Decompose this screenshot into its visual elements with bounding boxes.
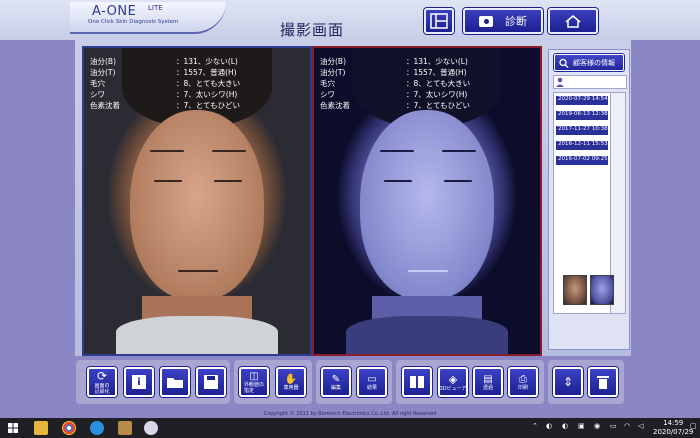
- thumbnail-uv[interactable]: [590, 275, 614, 305]
- open-folder-button[interactable]: [160, 367, 190, 397]
- home-button[interactable]: [548, 8, 598, 34]
- refresh-icon: ⟳: [96, 369, 108, 383]
- app-logo: A-ONE LITE One Click Skin Diagnosis Syst…: [70, 2, 226, 34]
- logo-subtitle: One Click Skin Diagnosis System: [88, 19, 179, 25]
- tray-app-icon[interactable]: ◉: [594, 422, 600, 430]
- hand-icon: ✋: [284, 373, 298, 385]
- zoom-icon: ⇕: [562, 375, 574, 389]
- toolbar-group-view: ◈ 3Dビューア ▤ 透過 ⎙ 印刷: [396, 360, 544, 404]
- notification-icon[interactable]: ▢: [690, 422, 697, 430]
- home-icon: [565, 15, 581, 28]
- volume-icon[interactable]: ◁: [638, 422, 643, 430]
- clipboard-icon: ▤: [483, 373, 493, 385]
- windows-start-icon[interactable]: [8, 423, 18, 433]
- trash-icon: [597, 376, 609, 389]
- battery-icon[interactable]: ▭: [610, 422, 617, 430]
- info-button[interactable]: i: [124, 367, 154, 397]
- app-header: A-ONE LITE One Click Skin Diagnosis Syst…: [0, 0, 700, 40]
- delete-button[interactable]: [588, 367, 618, 397]
- tray-app-icon[interactable]: ◐: [562, 422, 568, 430]
- bottom-toolbar: ⟳ 画面の 記録化 i ◫ 外観値の 指定 ✋ 専用器 ✎ 編集 ▭ 結果 ◈ …: [0, 358, 700, 410]
- record-screen-button[interactable]: ⟳ 画面の 記録化: [87, 367, 117, 397]
- photo-uv-light[interactable]: 油分(B) ：131、少ない(L) 油分(T) ：1557、普通(H) 毛穴 ：8、と…: [312, 46, 542, 356]
- book-icon: [410, 376, 424, 388]
- diagnosis-overlay-right: 油分(B) ：131、少ない(L) 油分(T) ：1557、普通(H) 毛穴 ：8、と…: [320, 57, 471, 110]
- diagnosis-overlay-left: 油分(B) ：131、少ない(L) 油分(T) ：1557、普通(H) 毛穴 ：8、と…: [90, 57, 241, 110]
- edit-button[interactable]: ✎ 編集: [321, 367, 351, 397]
- history-item[interactable]: 2020-07-29 14:54: [556, 96, 608, 105]
- device-button[interactable]: ✋ 専用器: [276, 367, 306, 397]
- transparency-button[interactable]: ▤ 透過: [473, 367, 503, 397]
- logo-suffix: LITE: [148, 4, 163, 12]
- save-icon: [204, 375, 218, 389]
- layout-icon: [430, 13, 448, 29]
- toolbar-group-file: ⟳ 画面の 記録化 i: [76, 360, 230, 404]
- wifi-icon[interactable]: ◠: [624, 422, 630, 430]
- diagnosis-button-label: 診断: [505, 15, 527, 28]
- taskbar-clock[interactable]: 14:59 2020/07/29: [653, 419, 693, 437]
- zoom-button[interactable]: ⇕: [553, 367, 583, 397]
- book-button[interactable]: [402, 367, 432, 397]
- thumbnail-normal[interactable]: [563, 275, 587, 305]
- toolbar-group-misc: ⇕: [548, 360, 624, 404]
- customer-name-field[interactable]: [553, 75, 627, 89]
- layout-button[interactable]: [424, 8, 454, 34]
- page-title: 撮影画面: [280, 21, 345, 39]
- history-item[interactable]: 2019-06-13 12:38: [556, 111, 608, 120]
- app-icon[interactable]: [118, 421, 132, 435]
- print-button[interactable]: ⎙ 印刷: [508, 367, 538, 397]
- search-icon: [559, 58, 569, 68]
- tray-app-icon[interactable]: ◐: [546, 422, 552, 430]
- folder-icon: [167, 378, 183, 388]
- customer-panel: 顧客様の情報 2020-07-29 14:54 2019-06-13 12:38…: [548, 49, 630, 350]
- skin-app-icon[interactable]: [144, 421, 158, 435]
- windows-taskbar: ⌃ ◐ ◐ ▣ ◉ ▭ ◠ ◁ 14:59 2020/07/29 ▢: [0, 418, 700, 438]
- 3d-viewer-button[interactable]: ◈ 3Dビューア: [438, 367, 468, 397]
- edit-icon: ✎: [331, 373, 341, 385]
- toolbar-group-edit: ✎ 編集 ▭ 結果: [316, 360, 392, 404]
- appearance-button[interactable]: ◫ 外観値の 指定: [239, 367, 269, 397]
- history-item[interactable]: 2017-11-27 10:38: [556, 126, 608, 135]
- camera-icon: [479, 15, 493, 27]
- history-item[interactable]: 2016-12-11 15:53: [556, 141, 608, 150]
- result-button[interactable]: ▭ 結果: [357, 367, 387, 397]
- copyright-text: Copyright © 2011 by Boretech Electronics…: [263, 411, 437, 417]
- monitor-icon: ▭: [367, 373, 377, 385]
- cube-icon: ◈: [448, 372, 458, 386]
- history-item[interactable]: 2016-07-02 09:25: [556, 156, 608, 165]
- diagnosis-button[interactable]: 診断: [463, 8, 543, 34]
- mirror-icon: ◫: [249, 370, 259, 382]
- edge-icon[interactable]: [90, 421, 104, 435]
- customer-info-label: 顧客様の情報: [573, 58, 615, 67]
- customer-info-button[interactable]: 顧客様の情報: [554, 54, 624, 71]
- file-explorer-icon[interactable]: [34, 421, 48, 435]
- save-button[interactable]: [196, 367, 226, 397]
- user-icon: [556, 77, 564, 87]
- chrome-icon[interactable]: [62, 421, 76, 435]
- print-icon: ⎙: [519, 373, 527, 385]
- logo-text: A-ONE: [92, 4, 137, 19]
- toolbar-group-setup: ◫ 外観値の 指定 ✋ 専用器: [234, 360, 312, 404]
- photo-normal-light[interactable]: 油分(B) ：131、少ない(L) 油分(T) ：1557、普通(H) 毛穴 ：8、と…: [82, 46, 312, 356]
- tray-app-icon[interactable]: ▣: [578, 422, 585, 430]
- clock-date: 2020/07/29: [653, 428, 694, 436]
- tray-chevron-icon[interactable]: ⌃: [532, 422, 538, 430]
- clock-time: 14:59: [663, 419, 684, 427]
- info-icon: i: [132, 375, 146, 389]
